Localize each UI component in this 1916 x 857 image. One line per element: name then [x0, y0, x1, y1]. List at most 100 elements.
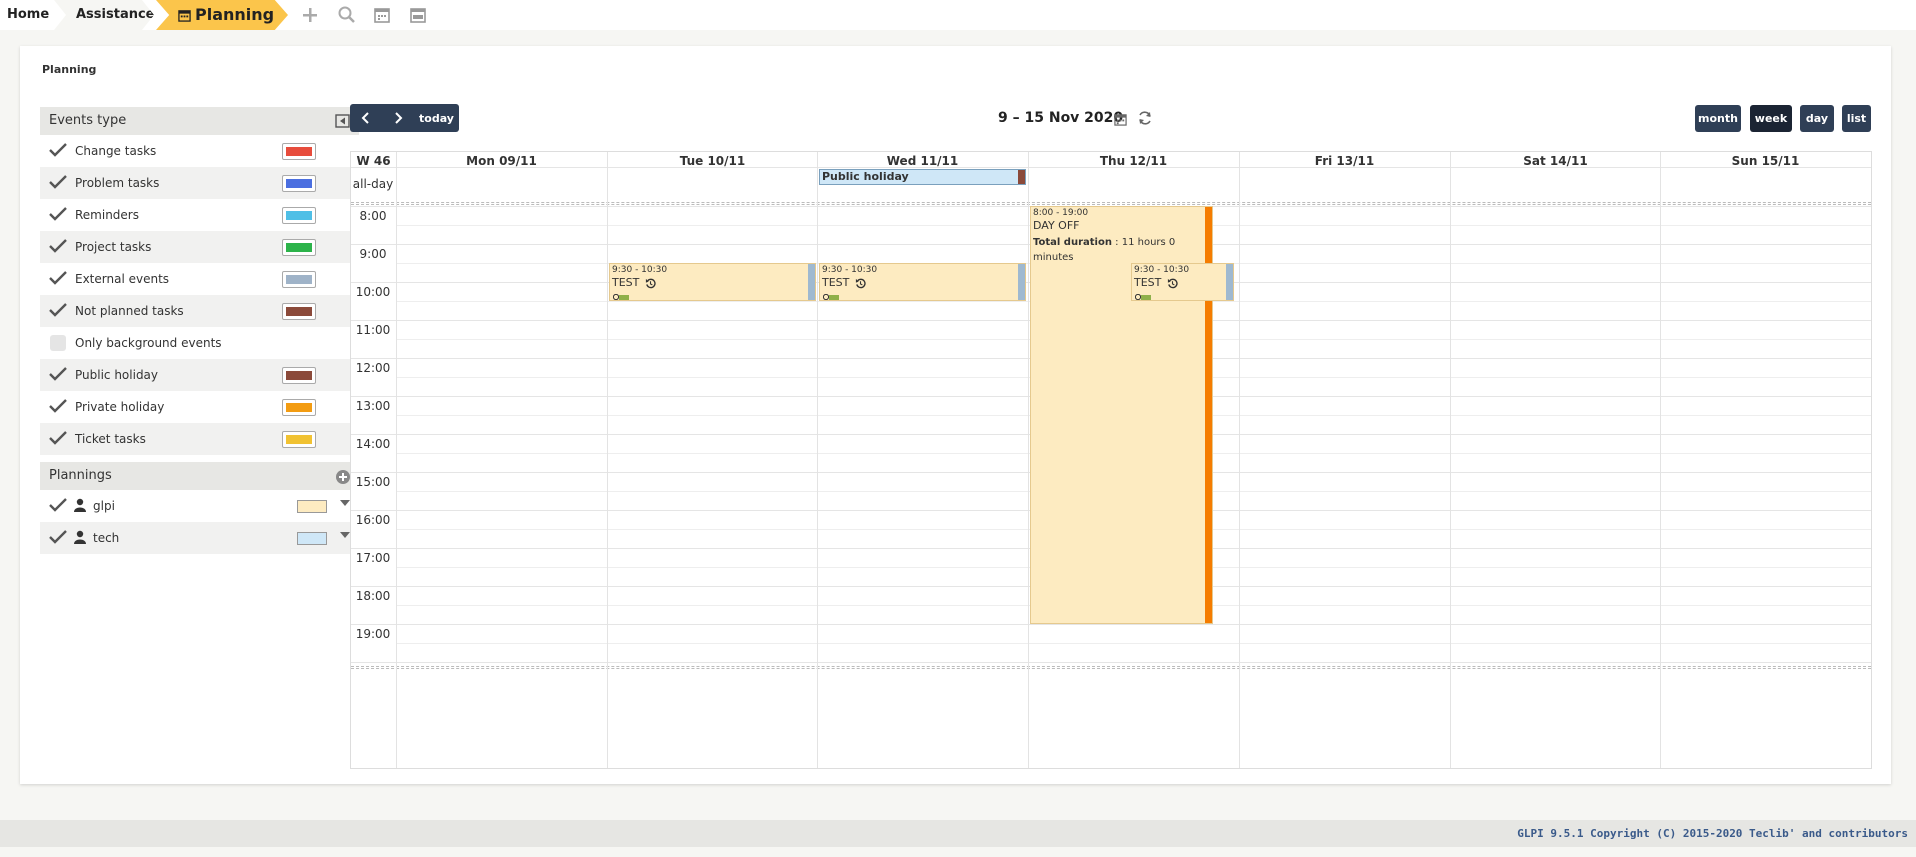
color-picker[interactable] [282, 399, 316, 416]
planning-color-swatch[interactable] [297, 500, 327, 513]
color-picker[interactable] [282, 271, 316, 288]
hour-label: 10:00 [355, 285, 391, 299]
event-type-label: Only background events [75, 336, 222, 350]
hour-line [351, 624, 1871, 625]
breadcrumb-planning[interactable]: Planning [156, 0, 288, 30]
event-title: Public holiday [822, 170, 909, 183]
color-picker[interactable] [282, 239, 316, 256]
caret-down-icon[interactable] [340, 500, 350, 507]
event-title: TEST [612, 276, 640, 289]
event-type-filter[interactable]: Only background events [40, 327, 359, 359]
color-swatch [286, 371, 312, 380]
test-event[interactable]: 9:30 - 10:30 TEST [609, 263, 816, 301]
event-type-filter[interactable]: Ticket tasks [40, 423, 359, 455]
day-column-divider [1028, 152, 1029, 768]
breadcrumb-home[interactable]: Home [0, 0, 50, 30]
color-picker[interactable] [282, 175, 316, 192]
date-range-title: 9 – 15 Nov 2020 [998, 110, 1124, 126]
checkmark-icon[interactable] [48, 529, 68, 545]
checkmark-icon[interactable] [48, 430, 68, 446]
checkmark-icon[interactable] [48, 270, 68, 286]
hour-label: 11:00 [355, 323, 391, 337]
event-type-filter[interactable]: Problem tasks [40, 167, 359, 199]
search-icon[interactable] [337, 5, 357, 25]
public-holiday-event[interactable]: Public holiday [819, 169, 1026, 185]
day-view-button[interactable]: day [1800, 105, 1834, 132]
refresh-icon[interactable] [1137, 110, 1153, 126]
test-event[interactable]: 9:30 - 10:30 TEST [819, 263, 1026, 301]
event-type-filter[interactable]: External events [40, 263, 359, 295]
event-type-filter[interactable]: Private holiday [40, 391, 359, 423]
color-picker[interactable] [282, 303, 316, 320]
month-view-button[interactable]: month [1695, 105, 1741, 132]
color-picker[interactable] [282, 431, 316, 448]
color-swatch [286, 403, 312, 412]
day-column-divider [1239, 152, 1240, 768]
checkbox[interactable] [50, 335, 66, 351]
checkmark-icon[interactable] [48, 398, 68, 414]
checkmark-icon[interactable] [48, 206, 68, 222]
event-time: 9:30 - 10:30 [1134, 265, 1190, 275]
event-type-filter[interactable]: Reminders [40, 199, 359, 231]
add-planning-icon[interactable] [336, 470, 350, 484]
week-number: W 46 [356, 154, 391, 168]
day-header[interactable]: Tue 10/11 [607, 154, 818, 168]
list-view-button[interactable]: list [1842, 105, 1871, 132]
chevron-right-icon [395, 112, 403, 124]
breadcrumb-planning-label: Planning [195, 5, 275, 24]
day-header[interactable]: Fri 13/11 [1239, 154, 1450, 168]
planning-color-swatch[interactable] [297, 532, 327, 545]
color-swatch [286, 211, 312, 220]
event-type-filter[interactable]: Project tasks [40, 231, 359, 263]
checkmark-icon[interactable] [48, 238, 68, 254]
checkmark-icon[interactable] [48, 302, 68, 318]
day-header[interactable]: Sun 15/11 [1660, 154, 1871, 168]
planning-item[interactable]: tech [40, 522, 359, 554]
event-detail: Total duration : 11 hours 0 minutes [1033, 235, 1200, 265]
day-header[interactable]: Thu 12/11 [1028, 154, 1239, 168]
color-picker[interactable] [282, 367, 316, 384]
event-time: 9:30 - 10:30 [612, 265, 668, 275]
allday-divider [351, 202, 1871, 205]
calendar-list-icon[interactable] [408, 5, 428, 25]
caret-down-icon[interactable] [340, 532, 350, 539]
top-bar: Home Assistance Planning [0, 0, 1916, 30]
checkmark-icon[interactable] [48, 142, 68, 158]
plannings-list: glpi tech [40, 490, 359, 554]
today-button[interactable]: today [414, 104, 459, 132]
day-header[interactable]: Sat 14/11 [1450, 154, 1661, 168]
calendar-picker-icon[interactable] [1114, 113, 1127, 126]
user-icon [74, 498, 86, 512]
week-view-button[interactable]: week [1750, 105, 1792, 132]
event-type-label: Public holiday [75, 368, 159, 382]
event-type-filter[interactable]: Not planned tasks [40, 295, 359, 327]
event-time: 9:30 - 10:30 [822, 265, 878, 275]
day-column-divider [1660, 152, 1661, 768]
checkmark-icon[interactable] [48, 174, 68, 190]
event-type-label: Reminders [75, 208, 139, 222]
user-icon [74, 530, 86, 544]
checkmark-icon[interactable] [48, 366, 68, 382]
hour-label: 8:00 [359, 209, 387, 223]
day-column-divider [817, 152, 818, 768]
hour-label: 9:00 [359, 247, 387, 261]
prev-button[interactable] [350, 104, 382, 132]
calendar-view-icon[interactable] [372, 5, 392, 25]
checkmark-icon[interactable] [48, 497, 68, 513]
hour-label: 18:00 [355, 589, 391, 603]
test-event[interactable]: 9:30 - 10:30 TEST [1131, 263, 1234, 301]
add-icon[interactable] [300, 5, 320, 25]
breadcrumb-assistance[interactable]: Assistance [54, 0, 154, 30]
event-type-filter[interactable]: Public holiday [40, 359, 359, 391]
chevron-left-icon [361, 112, 369, 124]
event-type-filter[interactable]: Change tasks [40, 135, 359, 167]
next-button[interactable] [382, 104, 414, 132]
event-type-label: Project tasks [75, 240, 152, 254]
color-picker[interactable] [282, 143, 316, 160]
planning-item[interactable]: glpi [40, 490, 359, 522]
collapse-sidebar-icon[interactable] [335, 114, 350, 128]
day-header[interactable]: Wed 11/11 [817, 154, 1028, 168]
day-header[interactable]: Mon 09/11 [396, 154, 607, 168]
color-swatch [286, 243, 312, 252]
color-picker[interactable] [282, 207, 316, 224]
